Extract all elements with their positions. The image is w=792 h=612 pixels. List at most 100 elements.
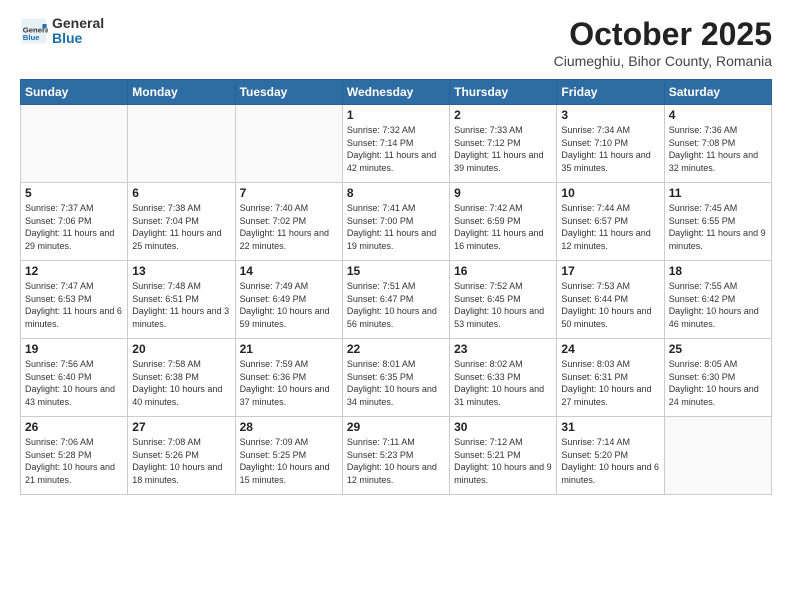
day-number: 25 <box>669 342 767 356</box>
col-friday: Friday <box>557 80 664 105</box>
day-cell: 30 Sunrise: 7:12 AM Sunset: 5:21 PM Dayli… <box>450 417 557 495</box>
day-cell: 6 Sunrise: 7:38 AM Sunset: 7:04 PM Daylig… <box>128 183 235 261</box>
day-number: 17 <box>561 264 659 278</box>
day-info: Sunrise: 7:41 AM Sunset: 7:00 PM Dayligh… <box>347 202 445 252</box>
day-cell: 3 Sunrise: 7:34 AM Sunset: 7:10 PM Daylig… <box>557 105 664 183</box>
day-info: Sunrise: 8:02 AM Sunset: 6:33 PM Dayligh… <box>454 358 552 408</box>
day-cell: 11 Sunrise: 7:45 AM Sunset: 6:55 PM Dayli… <box>664 183 771 261</box>
day-number: 11 <box>669 186 767 200</box>
day-info: Sunrise: 7:45 AM Sunset: 6:55 PM Dayligh… <box>669 202 767 252</box>
day-info: Sunrise: 7:53 AM Sunset: 6:44 PM Dayligh… <box>561 280 659 330</box>
day-info: Sunrise: 7:33 AM Sunset: 7:12 PM Dayligh… <box>454 124 552 174</box>
col-saturday: Saturday <box>664 80 771 105</box>
month-year: October 2025 <box>554 16 772 53</box>
day-cell: 20 Sunrise: 7:58 AM Sunset: 6:38 PM Dayli… <box>128 339 235 417</box>
day-number: 29 <box>347 420 445 434</box>
day-number: 5 <box>25 186 123 200</box>
day-info: Sunrise: 8:05 AM Sunset: 6:30 PM Dayligh… <box>669 358 767 408</box>
day-info: Sunrise: 7:44 AM Sunset: 6:57 PM Dayligh… <box>561 202 659 252</box>
day-cell: 16Sunrise: 7:52 AM Sunset: 6:45 PM Dayli… <box>450 261 557 339</box>
day-number: 28 <box>240 420 338 434</box>
col-sunday: Sunday <box>21 80 128 105</box>
week-row-3: 12 Sunrise: 7:47 AM Sunset: 6:53 PM Dayli… <box>21 261 772 339</box>
col-monday: Monday <box>128 80 235 105</box>
day-cell: 26 Sunrise: 7:06 AM Sunset: 5:28 PM Dayli… <box>21 417 128 495</box>
day-number: 9 <box>454 186 552 200</box>
day-cell: 4Sunrise: 7:36 AM Sunset: 7:08 PM Daylig… <box>664 105 771 183</box>
day-number: 30 <box>454 420 552 434</box>
week-row-5: 26 Sunrise: 7:06 AM Sunset: 5:28 PM Dayli… <box>21 417 772 495</box>
col-thursday: Thursday <box>450 80 557 105</box>
day-number: 3 <box>561 108 659 122</box>
day-number: 2 <box>454 108 552 122</box>
day-number: 19 <box>25 342 123 356</box>
location: Ciumeghiu, Bihor County, Romania <box>554 53 772 69</box>
day-info: Sunrise: 8:03 AM Sunset: 6:31 PM Dayligh… <box>561 358 659 408</box>
day-number: 12 <box>25 264 123 278</box>
day-cell: 9 Sunrise: 7:42 AM Sunset: 6:59 PM Daylig… <box>450 183 557 261</box>
week-row-1: 1Sunrise: 7:32 AM Sunset: 7:14 PM Daylig… <box>21 105 772 183</box>
day-cell: 13 Sunrise: 7:48 AM Sunset: 6:51 PM Dayli… <box>128 261 235 339</box>
day-cell: 8 Sunrise: 7:41 AM Sunset: 7:00 PM Daylig… <box>342 183 449 261</box>
day-info: Sunrise: 7:42 AM Sunset: 6:59 PM Dayligh… <box>454 202 552 252</box>
day-number: 27 <box>132 420 230 434</box>
day-cell: 29 Sunrise: 7:11 AM Sunset: 5:23 PM Dayli… <box>342 417 449 495</box>
day-info: Sunrise: 7:34 AM Sunset: 7:10 PM Dayligh… <box>561 124 659 174</box>
day-number: 24 <box>561 342 659 356</box>
day-info: Sunrise: 7:48 AM Sunset: 6:51 PM Dayligh… <box>132 280 230 330</box>
day-number: 21 <box>240 342 338 356</box>
day-info: Sunrise: 7:11 AM Sunset: 5:23 PM Dayligh… <box>347 436 445 486</box>
header: General Blue General Blue October 2025 C… <box>20 16 772 69</box>
day-number: 22 <box>347 342 445 356</box>
day-cell: 28 Sunrise: 7:09 AM Sunset: 5:25 PM Dayli… <box>235 417 342 495</box>
week-row-4: 19 Sunrise: 7:56 AM Sunset: 6:40 PM Dayli… <box>21 339 772 417</box>
weekday-header-row: Sunday Monday Tuesday Wednesday Thursday… <box>21 80 772 105</box>
day-number: 20 <box>132 342 230 356</box>
day-info: Sunrise: 7:09 AM Sunset: 5:25 PM Dayligh… <box>240 436 338 486</box>
day-info: Sunrise: 7:58 AM Sunset: 6:38 PM Dayligh… <box>132 358 230 408</box>
day-cell: 15 Sunrise: 7:51 AM Sunset: 6:47 PM Dayli… <box>342 261 449 339</box>
week-row-2: 5Sunrise: 7:37 AM Sunset: 7:06 PM Daylig… <box>21 183 772 261</box>
day-cell: 12 Sunrise: 7:47 AM Sunset: 6:53 PM Dayli… <box>21 261 128 339</box>
day-info: Sunrise: 7:36 AM Sunset: 7:08 PM Dayligh… <box>669 124 767 174</box>
day-cell: 19 Sunrise: 7:56 AM Sunset: 6:40 PM Dayli… <box>21 339 128 417</box>
day-cell <box>235 105 342 183</box>
day-info: Sunrise: 7:56 AM Sunset: 6:40 PM Dayligh… <box>25 358 123 408</box>
day-number: 13 <box>132 264 230 278</box>
day-info: Sunrise: 7:51 AM Sunset: 6:47 PM Dayligh… <box>347 280 445 330</box>
day-info: Sunrise: 7:14 AM Sunset: 5:20 PM Dayligh… <box>561 436 659 486</box>
logo-general-text: General <box>52 16 104 31</box>
day-info: Sunrise: 7:47 AM Sunset: 6:53 PM Dayligh… <box>25 280 123 330</box>
day-info: Sunrise: 7:12 AM Sunset: 5:21 PM Dayligh… <box>454 436 552 486</box>
day-number: 6 <box>132 186 230 200</box>
day-info: Sunrise: 7:06 AM Sunset: 5:28 PM Dayligh… <box>25 436 123 486</box>
day-number: 23 <box>454 342 552 356</box>
day-info: Sunrise: 7:38 AM Sunset: 7:04 PM Dayligh… <box>132 202 230 252</box>
logo-blue-text: Blue <box>52 31 104 46</box>
day-cell: 22 Sunrise: 8:01 AM Sunset: 6:35 PM Dayli… <box>342 339 449 417</box>
day-cell: 14 Sunrise: 7:49 AM Sunset: 6:49 PM Dayli… <box>235 261 342 339</box>
day-cell: 10 Sunrise: 7:44 AM Sunset: 6:57 PM Dayli… <box>557 183 664 261</box>
day-number: 16 <box>454 264 552 278</box>
day-number: 7 <box>240 186 338 200</box>
day-number: 15 <box>347 264 445 278</box>
day-cell: 21Sunrise: 7:59 AM Sunset: 6:36 PM Dayli… <box>235 339 342 417</box>
logo-icon: General Blue <box>20 17 48 45</box>
day-number: 10 <box>561 186 659 200</box>
day-number: 8 <box>347 186 445 200</box>
day-cell: 5Sunrise: 7:37 AM Sunset: 7:06 PM Daylig… <box>21 183 128 261</box>
day-number: 31 <box>561 420 659 434</box>
day-cell: 25 Sunrise: 8:05 AM Sunset: 6:30 PM Dayli… <box>664 339 771 417</box>
calendar: Sunday Monday Tuesday Wednesday Thursday… <box>20 79 772 495</box>
page: General Blue General Blue October 2025 C… <box>0 0 792 612</box>
day-number: 14 <box>240 264 338 278</box>
day-number: 1 <box>347 108 445 122</box>
day-cell: 2 Sunrise: 7:33 AM Sunset: 7:12 PM Daylig… <box>450 105 557 183</box>
day-cell <box>664 417 771 495</box>
day-info: Sunrise: 7:40 AM Sunset: 7:02 PM Dayligh… <box>240 202 338 252</box>
day-info: Sunrise: 8:01 AM Sunset: 6:35 PM Dayligh… <box>347 358 445 408</box>
day-info: Sunrise: 7:49 AM Sunset: 6:49 PM Dayligh… <box>240 280 338 330</box>
day-cell: 31 Sunrise: 7:14 AM Sunset: 5:20 PM Dayli… <box>557 417 664 495</box>
day-number: 26 <box>25 420 123 434</box>
day-cell: 24 Sunrise: 8:03 AM Sunset: 6:31 PM Dayli… <box>557 339 664 417</box>
